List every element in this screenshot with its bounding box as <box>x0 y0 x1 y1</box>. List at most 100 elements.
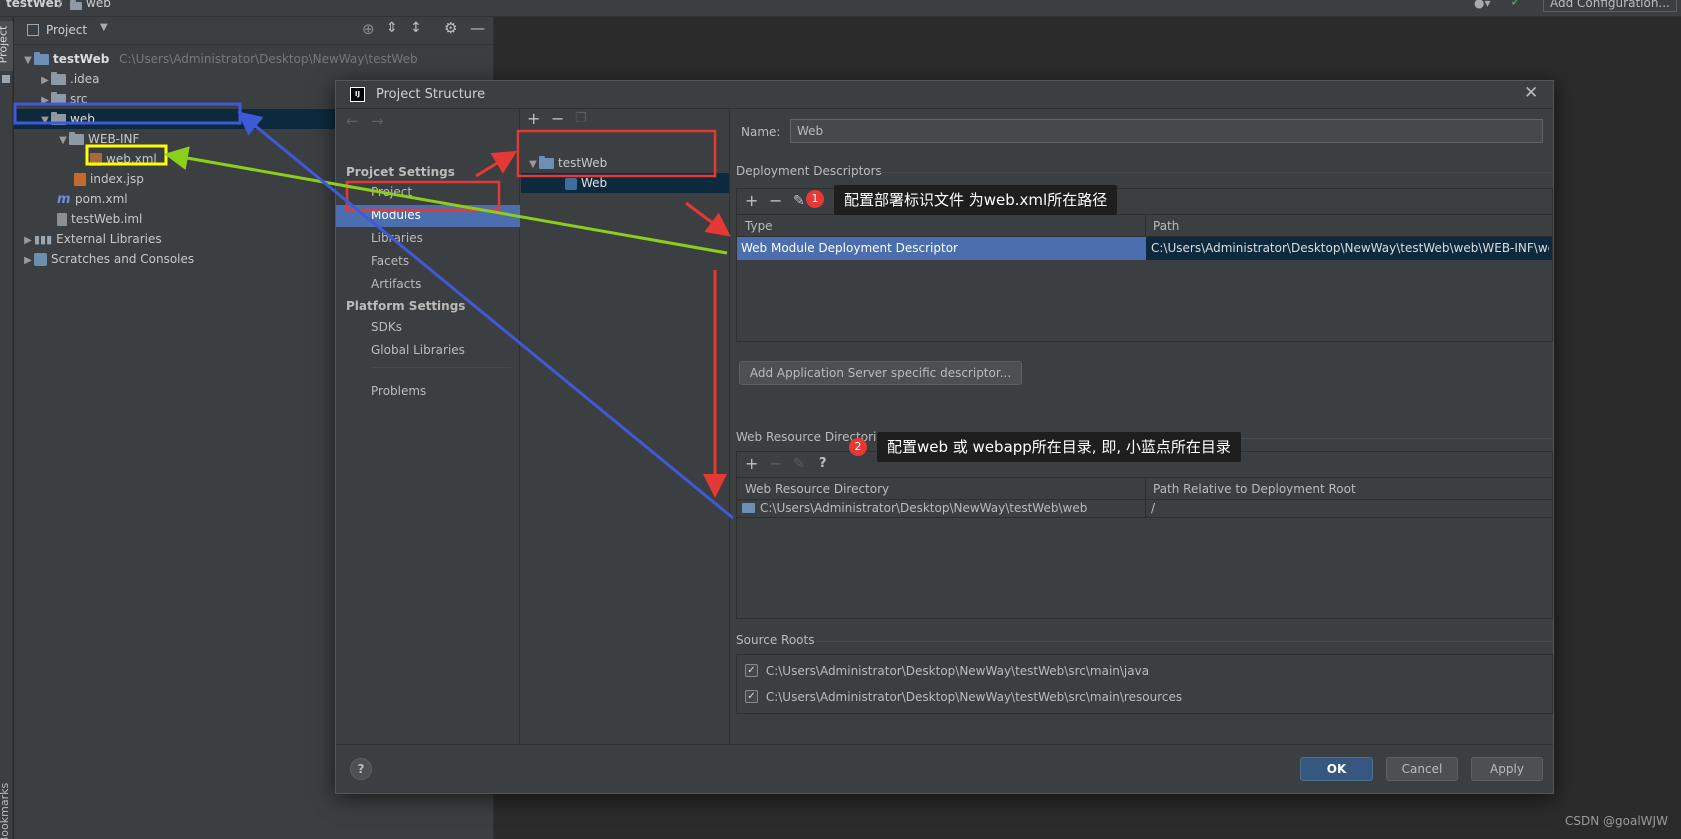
module-folder-icon <box>34 52 49 65</box>
nav-item-artifacts[interactable]: Artifacts <box>371 277 421 291</box>
web-resource-row[interactable]: C:\Users\Administrator\Desktop\NewWay\te… <box>737 500 1552 518</box>
tree-item-idea[interactable]: ▶ .idea <box>39 70 100 89</box>
module-tree-root[interactable]: ▼ testWeb <box>527 154 607 173</box>
close-icon[interactable]: ✕ <box>1524 83 1538 103</box>
chevron-down-icon[interactable]: ▼ <box>22 51 34 70</box>
add-icon[interactable]: + <box>745 456 758 472</box>
tree-label: Web <box>581 176 608 190</box>
chevron-right-icon[interactable]: ▶ <box>22 231 34 250</box>
chevron-right-icon[interactable]: ▶ <box>39 71 51 90</box>
chevron-right-icon[interactable]: ▶ <box>39 91 51 110</box>
module-tree-web-facet[interactable]: Web <box>565 174 607 193</box>
expand-all-icon[interactable]: ⇕ <box>386 20 398 36</box>
chevron-down-icon[interactable]: ▼ <box>39 111 51 130</box>
col-relative-path[interactable]: Path Relative to Deployment Root <box>1153 482 1356 496</box>
col-web-resource-dir[interactable]: Web Resource Directory <box>745 482 889 496</box>
tree-item-scratches[interactable]: ▶ Scratches and Consoles <box>22 250 194 269</box>
tree-item-pom-xml[interactable]: m pom.xml <box>57 190 128 209</box>
nav-item-libraries[interactable]: Libraries <box>371 231 423 245</box>
edit-pencil-icon[interactable]: ✎ <box>793 456 805 472</box>
top-bar: testWeb / web ●▾ ✓ Add Configuration... <box>0 0 1681 17</box>
locate-icon[interactable]: ⊕ <box>362 20 375 38</box>
help-button[interactable]: ? <box>350 758 372 780</box>
nav-selection <box>336 205 520 227</box>
breadcrumb-separator: / <box>58 0 63 10</box>
folder-icon <box>69 132 84 145</box>
module-tree-selection <box>521 173 729 193</box>
xml-file-icon <box>90 153 102 166</box>
platform-settings-header: Platform Settings <box>346 299 466 313</box>
source-root-item[interactable]: ✓ C:\Users\Administrator\Desktop\NewWay\… <box>745 689 1182 704</box>
checkbox-checked-icon[interactable]: ✓ <box>745 664 758 677</box>
add-configuration-button[interactable]: Add Configuration... <box>1543 0 1677 12</box>
name-field[interactable]: Web <box>790 119 1543 143</box>
nav-item-modules[interactable]: Modules <box>371 208 421 222</box>
bookmarks-tool-label[interactable]: Bookmarks <box>0 783 11 839</box>
add-icon[interactable]: + <box>745 193 758 209</box>
tree-item-web-inf[interactable]: ▼ WEB-INF <box>57 130 139 149</box>
chevron-down-icon[interactable]: ▼ <box>100 22 108 33</box>
gear-icon[interactable]: ⚙ <box>444 19 457 37</box>
remove-icon[interactable]: − <box>551 111 564 127</box>
web-resource-table-header: Web Resource Directory Path Relative to … <box>737 477 1552 501</box>
tree-label: WEB-INF <box>88 132 140 146</box>
user-icon[interactable]: ●▾ <box>1474 0 1491 10</box>
col-type-header[interactable]: Type <box>745 219 773 233</box>
remove-icon[interactable]: − <box>769 193 782 209</box>
build-icon[interactable]: ✓ <box>1510 0 1522 10</box>
help-icon[interactable]: ? <box>819 456 827 472</box>
remove-icon[interactable]: − <box>769 456 782 472</box>
nav-item-project[interactable]: Project <box>371 185 412 199</box>
module-icon <box>539 156 554 169</box>
tree-label: web <box>70 112 95 126</box>
edit-pencil-icon[interactable]: ✎ <box>793 193 805 209</box>
chevron-right-icon[interactable]: ▶ <box>22 251 34 270</box>
nav-item-sdks[interactable]: SDKs <box>371 320 402 334</box>
tree-item-web[interactable]: ▼ web <box>39 110 95 129</box>
web-resource-header: Web Resource Directories <box>736 430 890 444</box>
dialog-title-bar: IJ Project Structure ✕ <box>336 81 1553 109</box>
nav-item-problems[interactable]: Problems <box>371 384 426 398</box>
cancel-button[interactable]: Cancel <box>1386 757 1458 781</box>
chevron-down-icon[interactable]: ▼ <box>527 155 539 174</box>
section-divider <box>815 641 1553 642</box>
tree-label: testWeb <box>558 156 608 170</box>
apply-button[interactable]: Apply <box>1471 757 1543 781</box>
collapse-all-icon[interactable]: ↕ <box>410 20 422 36</box>
add-server-descriptor-button[interactable]: Add Application Server specific descript… <box>739 361 1022 385</box>
nav-item-global-libraries[interactable]: Global Libraries <box>371 343 465 357</box>
copy-icon[interactable]: ❐ <box>575 111 587 127</box>
tree-item-web-xml[interactable]: web.xml <box>90 150 157 169</box>
project-tool-label: Project <box>0 25 10 64</box>
nav-item-facets[interactable]: Facets <box>371 254 409 268</box>
breadcrumb-folder[interactable]: web <box>86 0 111 10</box>
name-field-value: Web <box>797 124 824 138</box>
folder-icon <box>51 72 66 85</box>
tree-item-src[interactable]: ▶ src <box>39 90 88 109</box>
tree-item-testweb[interactable]: ▼ testWeb C:\Users\Administrator\Desktop\… <box>22 50 418 69</box>
source-root-item[interactable]: ✓ C:\Users\Administrator\Desktop\NewWay\… <box>745 663 1149 678</box>
ok-button[interactable]: OK <box>1300 757 1373 781</box>
tree-item-index-jsp[interactable]: index.jsp <box>74 170 144 189</box>
col-divider <box>1145 215 1146 238</box>
project-tool-tab[interactable]: Project <box>0 21 13 71</box>
breadcrumb-project[interactable]: testWeb <box>6 0 62 10</box>
col-path-header[interactable]: Path <box>1153 219 1179 233</box>
back-arrow-icon[interactable]: ← <box>346 112 359 130</box>
checkbox-checked-icon[interactable]: ✓ <box>745 690 758 703</box>
tree-item-testweb-iml[interactable]: testWeb.iml <box>57 210 142 229</box>
chevron-down-icon[interactable]: ▼ <box>57 131 69 150</box>
deployment-table-row[interactable]: Web Module Deployment Descriptor C:\User… <box>737 237 1552 260</box>
forward-arrow-icon[interactable]: → <box>371 112 384 130</box>
tree-label: pom.xml <box>75 192 128 206</box>
project-view-icon <box>27 24 39 36</box>
tree-label: Scratches and Consoles <box>51 252 195 266</box>
hide-panel-icon[interactable]: — <box>470 19 485 37</box>
add-icon[interactable]: + <box>527 111 540 127</box>
tree-path-hint: C:\Users\Administrator\Desktop\NewWay\te… <box>119 52 418 66</box>
tree-item-external-libraries[interactable]: ▶ ▮▮▮ External Libraries <box>22 230 161 250</box>
tree-label: .idea <box>70 72 100 86</box>
maven-icon: m <box>57 192 71 207</box>
project-panel-title[interactable]: Project <box>46 23 87 37</box>
annotation-badge-2: 2 <box>849 438 867 456</box>
